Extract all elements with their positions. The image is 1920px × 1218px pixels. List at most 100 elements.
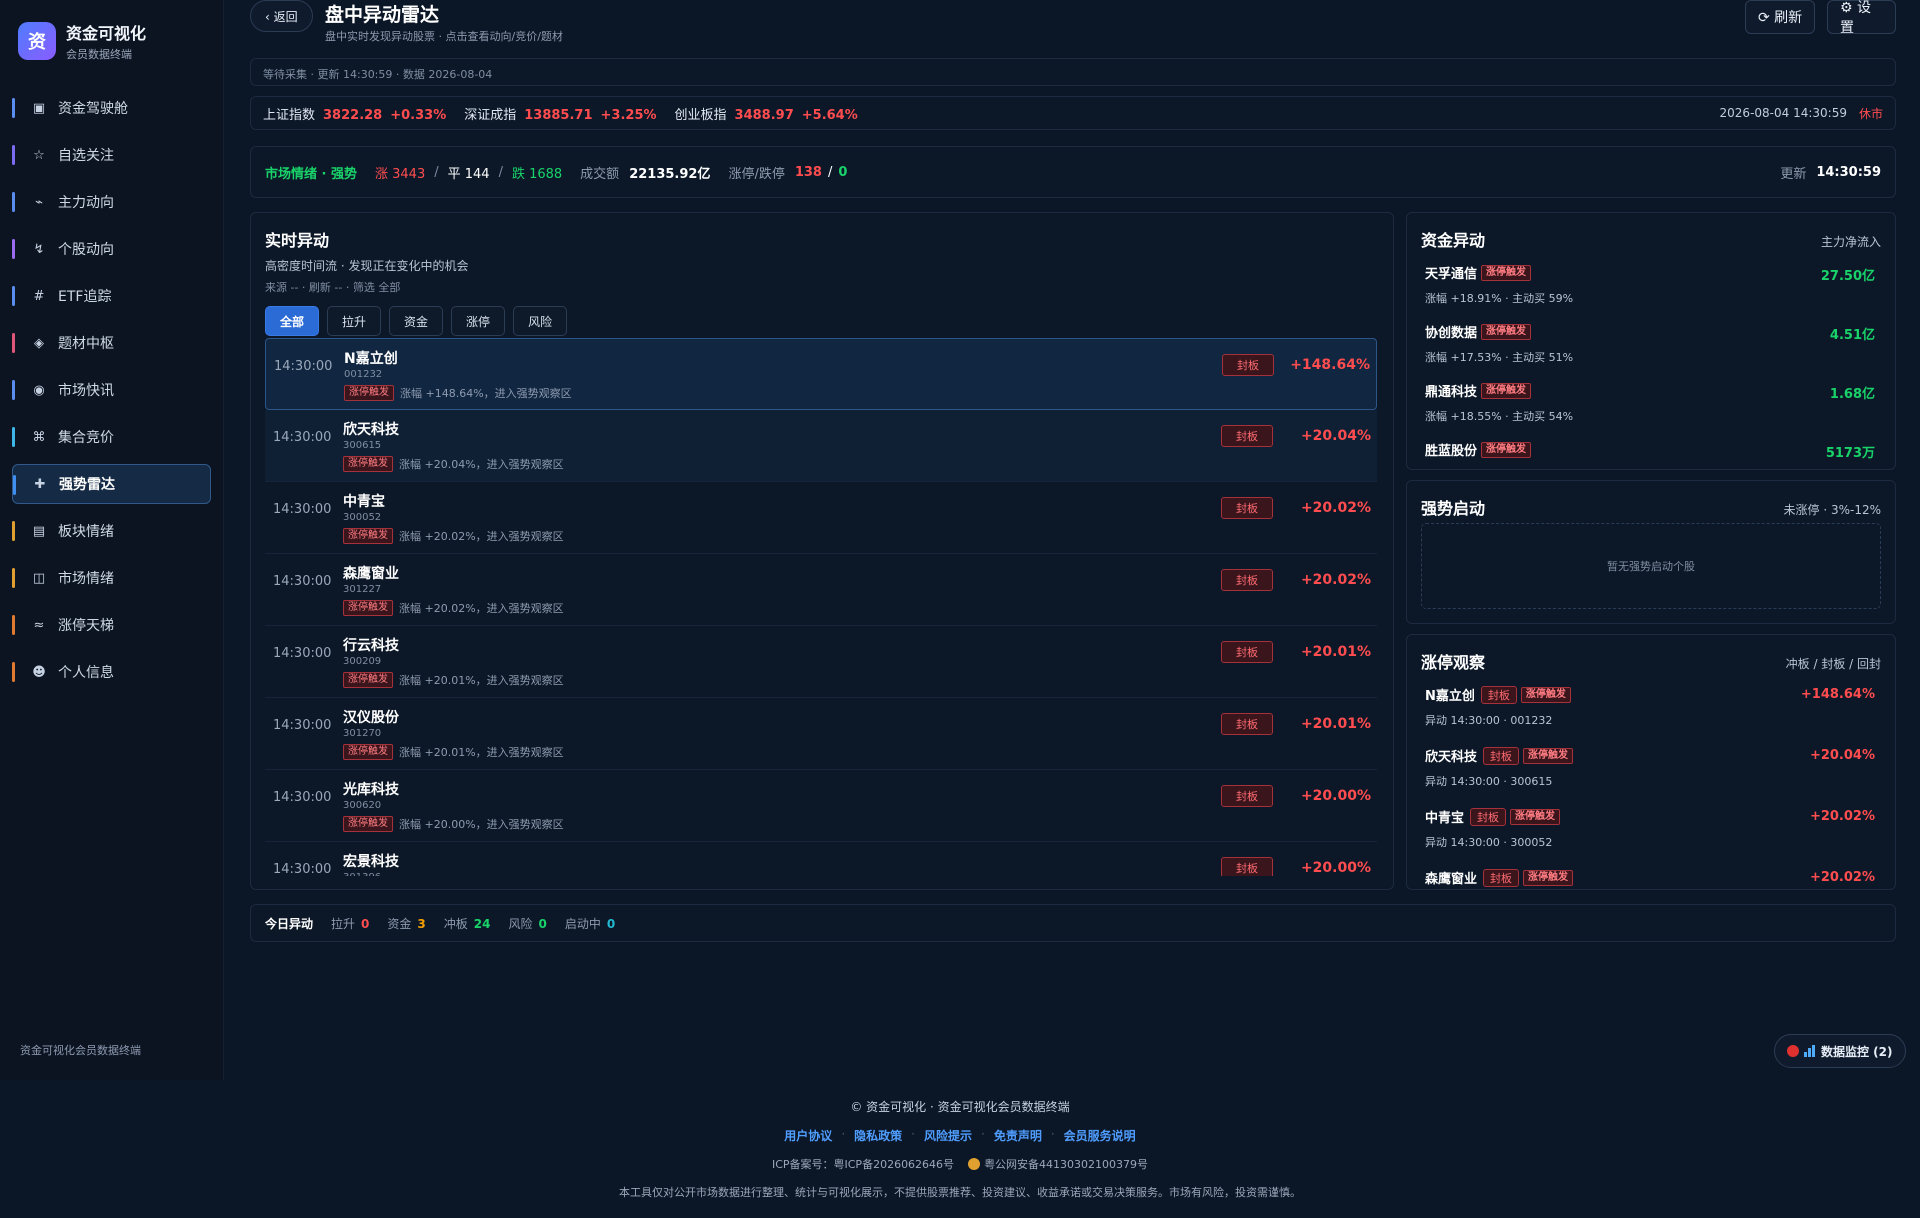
stock-name: 胜蓝股份 — [1425, 444, 1478, 459]
summary-item[interactable]: 风险 0 — [508, 915, 546, 932]
footer-link-3[interactable]: 免责声明 — [994, 1127, 1042, 1144]
table-row[interactable]: 14:30:00 欣天科技 300615 涨停触发 涨幅 +20.04%，进入强势观察区… — [265, 410, 1377, 482]
change-pct: +20.00% — [1300, 860, 1371, 876]
table-row[interactable]: 14:30:00 汉仪股份 301270 涨停触发 涨幅 +20.01%，进入强势观察区… — [265, 698, 1377, 770]
trigger-tag: 涨停触发 — [1481, 264, 1532, 281]
sidebar-item-4[interactable]: # ETF追踪 — [12, 276, 211, 316]
summary-item[interactable]: 拉升 0 — [331, 915, 369, 932]
stock-name[interactable]: 森鹰窗业 — [343, 563, 399, 583]
footer-link-1[interactable]: 隐私政策 — [854, 1127, 902, 1144]
turnover-value: 22135.92亿 — [629, 166, 711, 182]
summary-value: 0 — [606, 916, 616, 931]
row-desc: 涨幅 +148.64%，进入强势观察区 — [400, 387, 572, 400]
row-desc: 涨幅 +20.00%，进入强势观察区 — [399, 818, 564, 831]
stock-name: 森鹰窗业 — [1425, 872, 1478, 887]
sidebar-item-label: 强势雷达 — [59, 477, 115, 493]
sidebar-item-8[interactable]: ✚ 强势雷达 — [12, 464, 211, 504]
footer-police[interactable]: 粤公网安备44130302100379号 — [984, 1156, 1148, 1172]
update-label: 更新 — [1780, 166, 1807, 182]
page-title: 盘中异动雷达 — [325, 4, 440, 26]
stock-name[interactable]: 光库科技 — [343, 779, 399, 799]
footer-disclaimer: 本工具仅对公开市场数据进行整理、统计与可视化展示，不提供股票推荐、投资建议、收益… — [619, 1186, 1301, 1199]
table-row[interactable]: 14:30:00 中青宝 300052 涨停触发 涨幅 +20.02%，进入强势观察区 封… — [265, 482, 1377, 554]
sidebar-item-6[interactable]: ◉ 市场快讯 — [12, 370, 211, 410]
nav-icon: ◉ — [33, 382, 45, 398]
filter-tab-2[interactable]: 资金 — [389, 306, 444, 336]
sidebar-item-7[interactable]: ⌘ 集合竞价 — [12, 417, 211, 457]
sidebar-item-3[interactable]: ↯ 个股动向 — [12, 229, 211, 269]
index-list: 上证指数 3822.28 +0.33% 深证成指 13885.71 +3.25% 创业板指 3… — [263, 104, 876, 123]
brand[interactable]: 资 资金可视化 会员数据终端 — [0, 0, 223, 76]
data-monitor-button[interactable]: 数据监控 (2) — [1774, 1034, 1906, 1068]
table-row[interactable]: 14:30:00 N嘉立创 001232 涨停触发 涨幅 +148.64%，进入强势观察… — [265, 338, 1377, 410]
sidebar-item-accent — [12, 568, 15, 588]
feed-rows[interactable]: 14:30:00 N嘉立创 001232 涨停触发 涨幅 +148.64%，进入强势观察… — [265, 338, 1377, 876]
sidebar-item-label: 集合竞价 — [58, 430, 114, 446]
list-item[interactable]: 协创数据 涨停触发 4.51亿 涨幅 +17.53% · 主动买 51% — [1425, 322, 1881, 381]
table-row[interactable]: 14:30:00 行云科技 300209 涨停触发 涨幅 +20.01%，进入强势观察区… — [265, 626, 1377, 698]
sidebar-item-label: 主力动向 — [58, 195, 114, 211]
sidebar-item-10[interactable]: ◫ 市场情绪 — [12, 558, 211, 598]
list-item[interactable]: 鼎通科技 涨停触发 1.68亿 涨幅 +18.55% · 主动买 54% — [1425, 381, 1881, 440]
back-button[interactable]: ‹ 返回 — [250, 0, 313, 32]
settings-button[interactable]: ⚙ 设置 — [1827, 0, 1896, 36]
summary-item[interactable]: 冲板 24 — [444, 915, 491, 932]
nav-icon: ✚ — [34, 476, 46, 492]
sidebar-item-5[interactable]: ◈ 题材中枢 — [12, 323, 211, 363]
change-pct: +20.00% — [1300, 788, 1371, 804]
index-item[interactable]: 创业板指 3488.97 +5.64% — [675, 104, 858, 123]
stock-name[interactable]: 宏景科技 — [343, 851, 399, 871]
list-item[interactable]: N嘉立创 封板 涨停触发 +148.64% 异动 14:30:00 · 001232 — [1425, 685, 1881, 746]
flow-detail: 涨幅 +18.55% · 主动买 54% — [1425, 410, 1574, 423]
record-dot-icon — [1787, 1045, 1799, 1057]
sidebar-item-9[interactable]: ▤ 板块情绪 — [12, 511, 211, 551]
limit-watch-list[interactable]: N嘉立创 封板 涨停触发 +148.64% 异动 14:30:00 · 001232 欣天… — [1425, 685, 1881, 893]
index-item[interactable]: 深证成指 13885.71 +3.25% — [464, 104, 656, 123]
fund-flow-list[interactable]: 天孚通信 涨停触发 27.50亿 涨幅 +18.91% · 主动买 59% 协创数据 涨停… — [1425, 263, 1881, 461]
fund-flow-right: 主力净流入 — [1820, 235, 1881, 249]
nav-icon: ⌁ — [35, 194, 43, 210]
footer-link-0[interactable]: 用户协议 — [784, 1127, 832, 1144]
table-row[interactable]: 14:30:00宏景科技301396涨停触发涨幅 +20.00%，进入强势观察区… — [265, 842, 1377, 876]
stock-code: 301227 — [343, 584, 382, 595]
change-pct: +20.01% — [1300, 644, 1371, 660]
stock-name[interactable]: 行云科技 — [343, 635, 399, 655]
seal-badge: 封板 — [1483, 746, 1520, 765]
table-row[interactable]: 14:30:00 光库科技 300620 涨停触发 涨幅 +20.00%，进入强势观察区… — [265, 770, 1377, 842]
sidebar-item-accent — [12, 98, 15, 118]
footer-icp[interactable]: ICP备案号：粤ICP备2026062646号 — [772, 1156, 954, 1172]
filter-tab-0[interactable]: 全部 — [265, 306, 320, 336]
nav-icon: ≈ — [33, 617, 45, 633]
stock-name[interactable]: 中青宝 — [343, 491, 385, 511]
row-tagline: 涨停触发 涨幅 +20.02%，进入强势观察区 — [343, 600, 564, 616]
row-time: 14:30:00 — [273, 646, 332, 661]
refresh-button[interactable]: ⟳ 刷新 — [1745, 0, 1816, 34]
summary-item[interactable]: 资金 3 — [387, 915, 425, 932]
filter-tab-1[interactable]: 拉升 — [327, 306, 382, 336]
strong-start-right: 未涨停 · 3%-12% — [1783, 503, 1881, 517]
list-item[interactable]: 胜蓝股份 涨停触发 5173万 — [1425, 440, 1881, 461]
sidebar-item-11[interactable]: ≈ 涨停天梯 — [12, 605, 211, 645]
footer-link-4[interactable]: 会员服务说明 — [1064, 1127, 1136, 1144]
list-item[interactable]: 森鹰窗业 封板 涨停触发 +20.02% — [1425, 868, 1881, 893]
list-item[interactable]: 天孚通信 涨停触发 27.50亿 涨幅 +18.91% · 主动买 59% — [1425, 263, 1881, 322]
sidebar-item-0[interactable]: ▣ 资金驾驶舱 — [12, 88, 211, 128]
sidebar-item-1[interactable]: ☆ 自选关注 — [12, 135, 211, 175]
nav-icon: ▣ — [32, 100, 46, 116]
watch-detail: 异动 14:30:00 · 300052 — [1425, 836, 1553, 849]
table-row[interactable]: 14:30:00 森鹰窗业 301227 涨停触发 涨幅 +20.02%，进入强势观察区… — [265, 554, 1377, 626]
index-change: +5.64% — [801, 107, 858, 123]
summary-item[interactable]: 启动中 0 — [565, 915, 615, 932]
sidebar-item-12[interactable]: ☻ 个人信息 — [12, 652, 211, 692]
stock-name[interactable]: 汉仪股份 — [343, 707, 399, 727]
stock-name[interactable]: 欣天科技 — [343, 419, 399, 439]
list-item[interactable]: 欣天科技 封板 涨停触发 +20.04% 异动 14:30:00 · 300615 — [1425, 746, 1881, 807]
filter-tab-4[interactable]: 风险 — [513, 306, 568, 336]
list-item[interactable]: 中青宝 封板 涨停触发 +20.02% 异动 14:30:00 · 300052 — [1425, 807, 1881, 868]
filter-tab-3[interactable]: 涨停 — [451, 306, 506, 336]
nav-icon: ☻ — [32, 664, 46, 680]
sidebar-item-2[interactable]: ⌁ 主力动向 — [12, 182, 211, 222]
stock-name[interactable]: N嘉立创 — [344, 348, 398, 368]
index-item[interactable]: 上证指数 3822.28 +0.33% — [263, 104, 446, 123]
footer-link-2[interactable]: 风险提示 — [924, 1127, 972, 1144]
